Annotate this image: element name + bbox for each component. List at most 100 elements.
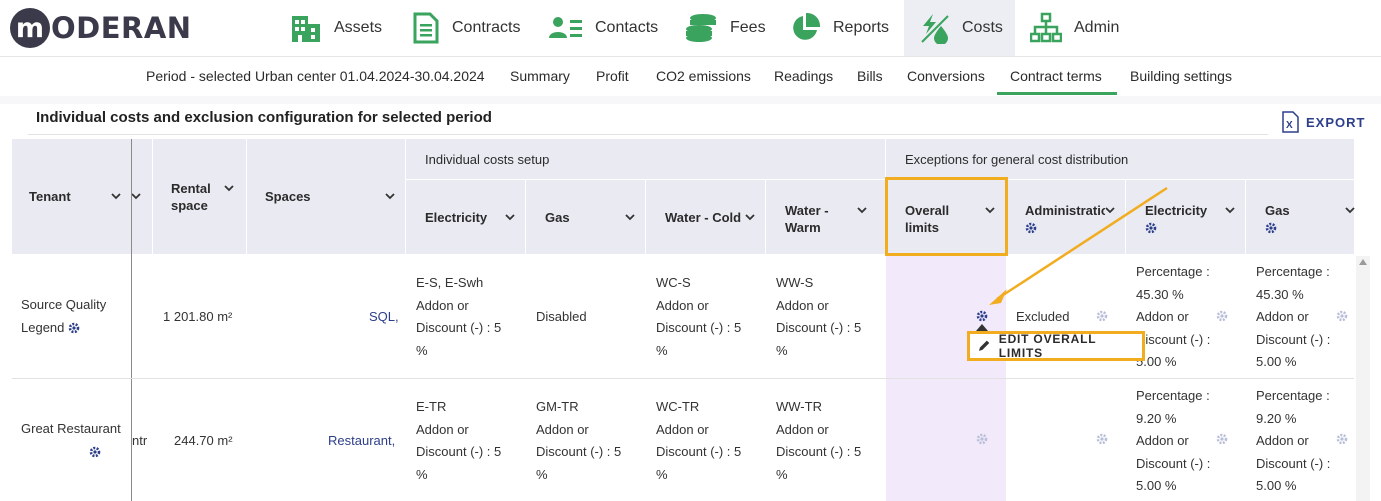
energy-water-icon (921, 14, 949, 44)
header-divider (152, 139, 153, 254)
rental-space-value: 244.70 m² (174, 433, 233, 448)
chevron-down-icon[interactable] (384, 191, 396, 201)
nav-label: Costs (962, 19, 1003, 36)
moderan-logo[interactable]: m ODERAN (10, 8, 192, 48)
nav-contacts[interactable]: Contacts (549, 0, 658, 56)
document-icon (413, 12, 439, 44)
nav-label: Fees (730, 19, 766, 36)
period-selector[interactable]: Period - selected Urban center 01.04.202… (146, 68, 485, 84)
tab-conversions[interactable]: Conversions (907, 68, 985, 84)
cell-line: Percentage : (1136, 388, 1210, 403)
cell-line: WW-TR (776, 399, 822, 414)
col-header-water-warm[interactable]: Water - Warm (785, 202, 850, 236)
col-header-exc-gas[interactable]: Gas (1265, 202, 1290, 219)
tab-co2-emissions[interactable]: CO2 emissions (656, 68, 751, 84)
cell-line: % (416, 466, 428, 482)
cell-line: Addon or (416, 421, 469, 437)
col-header-tenant[interactable]: Tenant (29, 188, 71, 205)
tab-building-settings[interactable]: Building settings (1130, 68, 1232, 84)
chevron-down-icon[interactable] (624, 212, 636, 222)
cell-line: 9.20 % (1136, 410, 1177, 426)
gear-icon[interactable] (1265, 222, 1277, 234)
gear-icon[interactable] (976, 310, 988, 322)
export-button[interactable]: X EXPORT (1281, 111, 1365, 133)
row-divider (12, 378, 1354, 379)
pencil-icon (978, 340, 990, 351)
gear-icon[interactable] (1336, 310, 1348, 322)
cell-line: % (416, 342, 428, 358)
nav-reports[interactable]: Reports (789, 0, 889, 56)
col-header-electricity[interactable]: Electricity (425, 209, 487, 226)
nav-fees[interactable]: Fees (684, 0, 766, 56)
sub-navigation: Period - selected Urban center 01.04.202… (0, 58, 1381, 96)
nav-assets[interactable]: Assets (290, 0, 382, 56)
edit-overall-limits-tooltip[interactable]: EDIT OVERALL LIMITS (967, 331, 1145, 361)
gear-icon[interactable] (1336, 433, 1348, 445)
cell-line: Discount (-) : 5 (656, 320, 742, 335)
col-header-water-cold[interactable]: Water - Cold (665, 209, 741, 226)
chevron-down-icon[interactable] (110, 191, 122, 201)
cell-line: E-TR (416, 399, 447, 414)
tooltip-label: EDIT OVERALL LIMITS (998, 332, 1097, 360)
cell-line: 45.30 % (1256, 286, 1304, 302)
gear-icon[interactable] (1216, 433, 1228, 445)
gear-icon[interactable] (976, 433, 988, 445)
tab-readings[interactable]: Readings (774, 68, 833, 84)
org-chart-icon (1030, 12, 1062, 43)
table-row-2-tenant[interactable]: Great Restaurant (21, 418, 131, 441)
water-warm-cell: WW-TR Addon or Discount (-) : 5 % (776, 396, 861, 486)
cell-line: Addon or (656, 297, 709, 313)
spaces-link[interactable]: SQL, (369, 306, 399, 329)
cell-line: % (536, 466, 548, 482)
col-header-spaces[interactable]: Spaces (265, 188, 311, 205)
header-divider (1245, 179, 1246, 254)
spaces-link[interactable]: Restaurant, (328, 430, 395, 453)
chevron-down-icon[interactable] (856, 205, 868, 215)
cell-line: WW-S (776, 275, 814, 290)
gear-icon[interactable] (68, 322, 80, 334)
logo-text: ODERAN (51, 11, 192, 45)
cell-line: Addon or (416, 297, 469, 313)
cell-line: 5.00 % (1136, 478, 1177, 493)
cell-line: 5.00 % (1256, 354, 1297, 369)
chevron-down-icon[interactable] (1344, 205, 1356, 215)
nav-contracts[interactable]: Contracts (412, 0, 520, 56)
chevron-down-icon[interactable] (504, 212, 516, 222)
nav-admin[interactable]: Admin (1030, 0, 1119, 56)
nav-costs[interactable]: Costs (904, 0, 1015, 56)
exc-electricity-cell: Percentage : 9.20 % Addon or Discount (-… (1136, 385, 1210, 498)
header-divider (645, 179, 646, 254)
cell-line: Percentage : (1256, 388, 1330, 403)
scroll-up-arrow-icon[interactable] (1359, 259, 1367, 265)
cell-line: % (776, 466, 788, 482)
chevron-down-icon[interactable] (744, 212, 756, 222)
hidden-column-value: ntr (132, 433, 148, 448)
cell-line: Percentage : (1256, 264, 1330, 279)
page-title: Individual costs and exclusion configura… (36, 109, 492, 126)
annotation-arrow (989, 186, 1168, 305)
chevron-down-icon[interactable] (1224, 205, 1236, 215)
col-header-gas[interactable]: Gas (545, 209, 570, 226)
cell-line: 5.00 % (1256, 478, 1297, 493)
col-header-rental-space[interactable]: Rental space (171, 180, 221, 214)
tab-contract-terms[interactable]: Contract terms (1010, 68, 1102, 84)
gear-icon[interactable] (89, 446, 101, 458)
cell-line: WC-S (656, 275, 691, 290)
gear-icon[interactable] (1096, 310, 1108, 322)
cell-line: 5.00 % (1136, 354, 1177, 369)
tab-profit[interactable]: Profit (596, 68, 629, 84)
tenant-name: Great Restaurant (21, 421, 121, 436)
vertical-scrollbar[interactable] (1356, 256, 1370, 501)
header-divider (405, 139, 406, 254)
gear-icon[interactable] (1216, 310, 1228, 322)
electricity-cell: E-TR Addon or Discount (-) : 5 % (416, 396, 501, 486)
gear-icon[interactable] (1096, 433, 1108, 445)
cell-line: Discount (-) : (1136, 331, 1211, 347)
nav-label: Reports (833, 19, 890, 36)
tab-summary[interactable]: Summary (510, 68, 570, 84)
cell-line: Addon or (1136, 433, 1189, 448)
header-divider (246, 139, 247, 254)
contacts-icon (549, 17, 582, 38)
chevron-down-icon[interactable] (223, 183, 235, 193)
tab-bills[interactable]: Bills (857, 68, 883, 84)
